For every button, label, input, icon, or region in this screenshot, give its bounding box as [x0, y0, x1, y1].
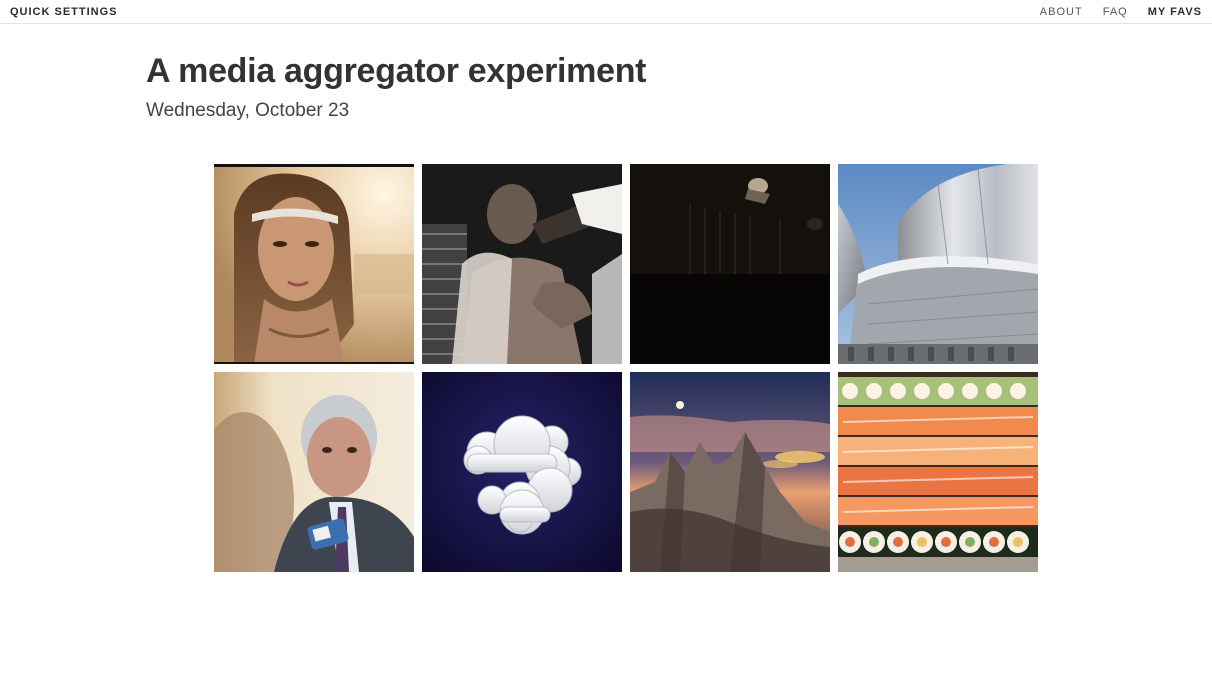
- mountain-peaks-above-clouds-photo: [630, 372, 830, 572]
- quick-settings-link[interactable]: QUICK SETTINGS: [10, 6, 118, 18]
- weather-clouds-icon: [422, 372, 622, 572]
- nav-my-favs-link[interactable]: MY FAVS: [1148, 6, 1202, 18]
- man-drinking-from-bottle-photo: [422, 164, 622, 364]
- dark-night-scene-photo: [630, 164, 830, 364]
- sushi-platter-photo: [838, 372, 1038, 572]
- top-nav: ABOUT FAQ MY FAVS: [1040, 6, 1202, 18]
- media-tile-weather[interactable]: [422, 372, 622, 572]
- media-tile-mountains[interactable]: [630, 372, 830, 572]
- media-tile-interview[interactable]: [214, 372, 414, 572]
- man-being-interviewed-photo: [214, 372, 414, 572]
- media-tile-woman-headband[interactable]: [214, 164, 414, 364]
- media-tile-man-bottle[interactable]: [422, 164, 622, 364]
- nav-about-link[interactable]: ABOUT: [1040, 6, 1083, 18]
- metallic-building-photo: [838, 164, 1038, 364]
- nav-faq-link[interactable]: FAQ: [1103, 6, 1128, 18]
- media-grid: [214, 164, 1038, 572]
- media-tile-sushi[interactable]: [838, 372, 1038, 572]
- media-tile-dark-scene[interactable]: [630, 164, 830, 364]
- page-date: Wednesday, October 23: [146, 100, 350, 121]
- page-title: A media aggregator experiment: [146, 52, 647, 90]
- woman-with-headband-photo: [214, 164, 414, 364]
- top-bar: QUICK SETTINGS ABOUT FAQ MY FAVS: [0, 0, 1212, 24]
- media-tile-building[interactable]: [838, 164, 1038, 364]
